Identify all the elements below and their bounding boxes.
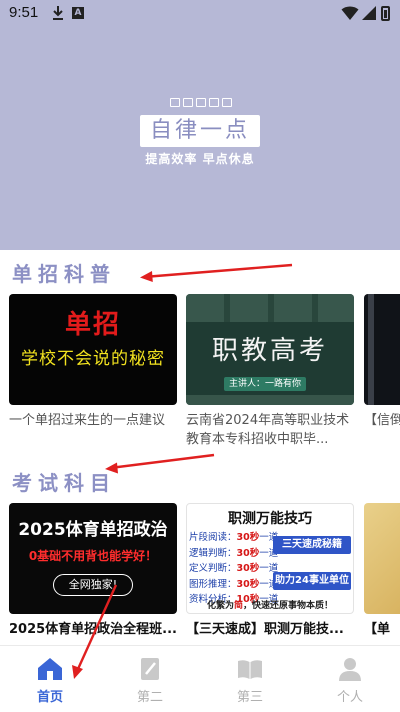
- a-icon: A: [72, 7, 84, 19]
- nav-item-third[interactable]: 第三: [200, 646, 300, 712]
- nav-label: 个人: [336, 690, 363, 705]
- logo-subtitle: 提高效率 早点休息: [145, 152, 255, 166]
- video-card[interactable]: 职测万能技巧 片段阅读：30秒一道 逻辑判断：30秒一道 定义判断：30秒一道 …: [186, 503, 354, 639]
- status-bar: 9:51 A: [0, 0, 400, 28]
- logo-clock-icon: [209, 98, 219, 107]
- nav-label: 第二: [136, 690, 163, 705]
- logo-icons: [167, 98, 235, 110]
- video-caption: 【三天速成】职测万能技...: [186, 622, 344, 637]
- annotation-arrow: [105, 453, 215, 474]
- hero-banner[interactable]: 自律一点 提高效率 早点休息: [0, 28, 400, 250]
- thumb-list-item: 图形推理：30秒一道: [189, 578, 279, 590]
- signal-icon: [362, 6, 376, 20]
- nav-label: 首页: [36, 690, 63, 705]
- annotation-arrow: [72, 584, 118, 679]
- nav-label: 第三: [236, 690, 263, 705]
- home-icon: [38, 658, 62, 680]
- status-time: 9:51: [9, 4, 39, 21]
- book-icon: [238, 660, 262, 679]
- annotation-arrow: [140, 263, 293, 282]
- logo-pen-icon: [196, 98, 206, 107]
- logo-monitor-icon: [170, 98, 180, 107]
- thumb-title: 2025体育单招政治: [18, 520, 168, 540]
- battery-icon: [381, 6, 390, 21]
- thumb-subtitle: 学校不会说的秘密: [21, 349, 165, 369]
- edit-icon: [141, 658, 159, 680]
- wifi-icon: [341, 6, 359, 20]
- video-card[interactable]: 【单: [364, 503, 400, 639]
- video-card[interactable]: 【信倒，: [364, 294, 400, 451]
- logo-title: 自律一点: [149, 118, 250, 143]
- video-caption: 【信倒，: [364, 413, 400, 428]
- thumb-title: 职教高考: [211, 336, 328, 366]
- thumb-badge: 三天速成秘籍: [273, 536, 351, 554]
- video-thumbnail: [364, 503, 400, 614]
- video-caption: 【单: [364, 622, 391, 637]
- thumb-list: 片段阅读：30秒一道 逻辑判断：30秒一道 定义判断：30秒一道 图形推理：30…: [189, 530, 279, 608]
- thumb-subtitle: 0基础不用背也能学好！: [28, 549, 158, 563]
- nav-item-profile[interactable]: 个人: [300, 646, 400, 712]
- download-icon: [53, 6, 63, 20]
- logo-book-icon: [222, 98, 232, 107]
- video-thumbnail: 职教高考 主讲人：一路有你: [186, 294, 354, 405]
- thumb-list-item: 片段阅读：30秒一道: [189, 532, 279, 543]
- video-caption: 一个单招过来生的一点建议: [9, 413, 166, 428]
- thumb-list-item: 逻辑判断：30秒一道: [189, 547, 279, 559]
- bottom-navigation: 首页 第二 第三 个人: [0, 645, 400, 712]
- section-title-exam-subjects: 考试科目: [12, 471, 116, 495]
- person-icon: [339, 658, 361, 681]
- card-row-exam-subjects: 2025体育单招政治 0基础不用背也能学好！ 全网独家! 2025体育单招政治全…: [0, 503, 400, 645]
- chalkboard-header: [186, 294, 354, 322]
- chalkboard-footer: [186, 395, 354, 405]
- video-thumbnail: 职测万能技巧 片段阅读：30秒一道 逻辑判断：30秒一道 定义判断：30秒一道 …: [186, 503, 354, 614]
- thumb-list-item: 定义判断：30秒一道: [189, 563, 279, 574]
- video-card[interactable]: 职教高考 主讲人：一路有你 云南省2024年高等职业技术教育本专科招收中职毕..…: [186, 294, 354, 451]
- logo-calendar-icon: [183, 98, 193, 107]
- thumb-edge: [368, 294, 374, 405]
- thumb-title: 单招: [64, 310, 121, 340]
- video-card[interactable]: 单招 学校不会说的秘密 一个单招过来生的一点建议: [9, 294, 177, 451]
- card-row-single-admission: 单招 学校不会说的秘密 一个单招过来生的一点建议 职教高考 主讲人：一路有你 云…: [0, 294, 400, 464]
- thumb-tag: 主讲人：一路有你: [224, 377, 307, 391]
- thumb-badge: 助力24事业单位: [273, 572, 351, 590]
- section-title-single-admission: 单招科普: [12, 262, 116, 286]
- video-thumbnail: [364, 294, 400, 405]
- video-thumbnail: 单招 学校不会说的秘密: [9, 294, 177, 405]
- logo-box: 自律一点: [140, 115, 260, 147]
- thumb-footer: 化繁为简，快速还原事物本质！: [206, 601, 334, 611]
- thumb-title: 职测万能技巧: [228, 511, 312, 527]
- video-caption: 云南省2024年高等职业技术教育本专科招收中职毕...: [186, 413, 350, 447]
